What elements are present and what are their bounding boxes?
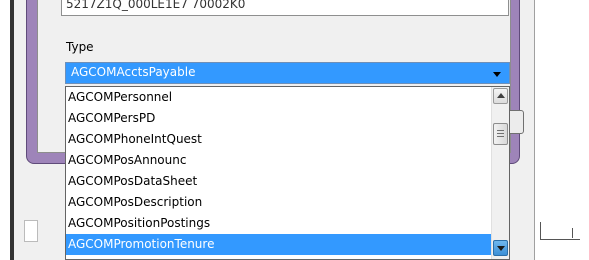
dropdown-option[interactable]: AGCOMPromotionTenure bbox=[66, 234, 491, 255]
scroll-up-arrow-icon[interactable] bbox=[493, 88, 508, 104]
type-combobox[interactable]: AGCOMAcctsPayable bbox=[65, 62, 510, 84]
ruler-corner bbox=[540, 222, 580, 240]
previous-text-field[interactable]: 5217Z1Q_000LE1E7 70002K0 bbox=[61, 0, 509, 16]
dropdown-option[interactable]: AGCOMPositionPostings bbox=[66, 213, 491, 234]
dropdown-option[interactable]: AGCOMPhoneIntQuest bbox=[66, 129, 491, 150]
dropdown-option[interactable]: AGCOMPersonnel bbox=[66, 87, 491, 108]
ruler-tick bbox=[572, 228, 573, 238]
dropdown-scrollbar[interactable] bbox=[491, 87, 509, 259]
dropdown-option[interactable]: AGCOMPosDescription bbox=[66, 192, 491, 213]
previous-field-value: 5217Z1Q_000LE1E7 70002K0 bbox=[66, 0, 246, 11]
type-combobox-value: AGCOMAcctsPayable bbox=[71, 65, 196, 79]
dropdown-options: AGCOMPersonnel AGCOMPersPD AGCOMPhoneIntQu… bbox=[66, 87, 491, 255]
dropdown-option[interactable]: AGCOMPersPD bbox=[66, 108, 491, 129]
type-dropdown-list[interactable]: AGCOMPersonnel AGCOMPersPD AGCOMPhoneIntQu… bbox=[65, 86, 510, 260]
type-label: Type bbox=[66, 40, 94, 54]
dropdown-option[interactable]: AGCOMPosAnnounc bbox=[66, 150, 491, 171]
chevron-down-icon[interactable] bbox=[493, 72, 501, 77]
scrollbar-thumb[interactable] bbox=[493, 123, 508, 145]
scroll-down-arrow-icon[interactable] bbox=[493, 240, 508, 256]
document-margin-marker bbox=[24, 220, 38, 242]
dropdown-option[interactable]: AGCOMPosDataSheet bbox=[66, 171, 491, 192]
